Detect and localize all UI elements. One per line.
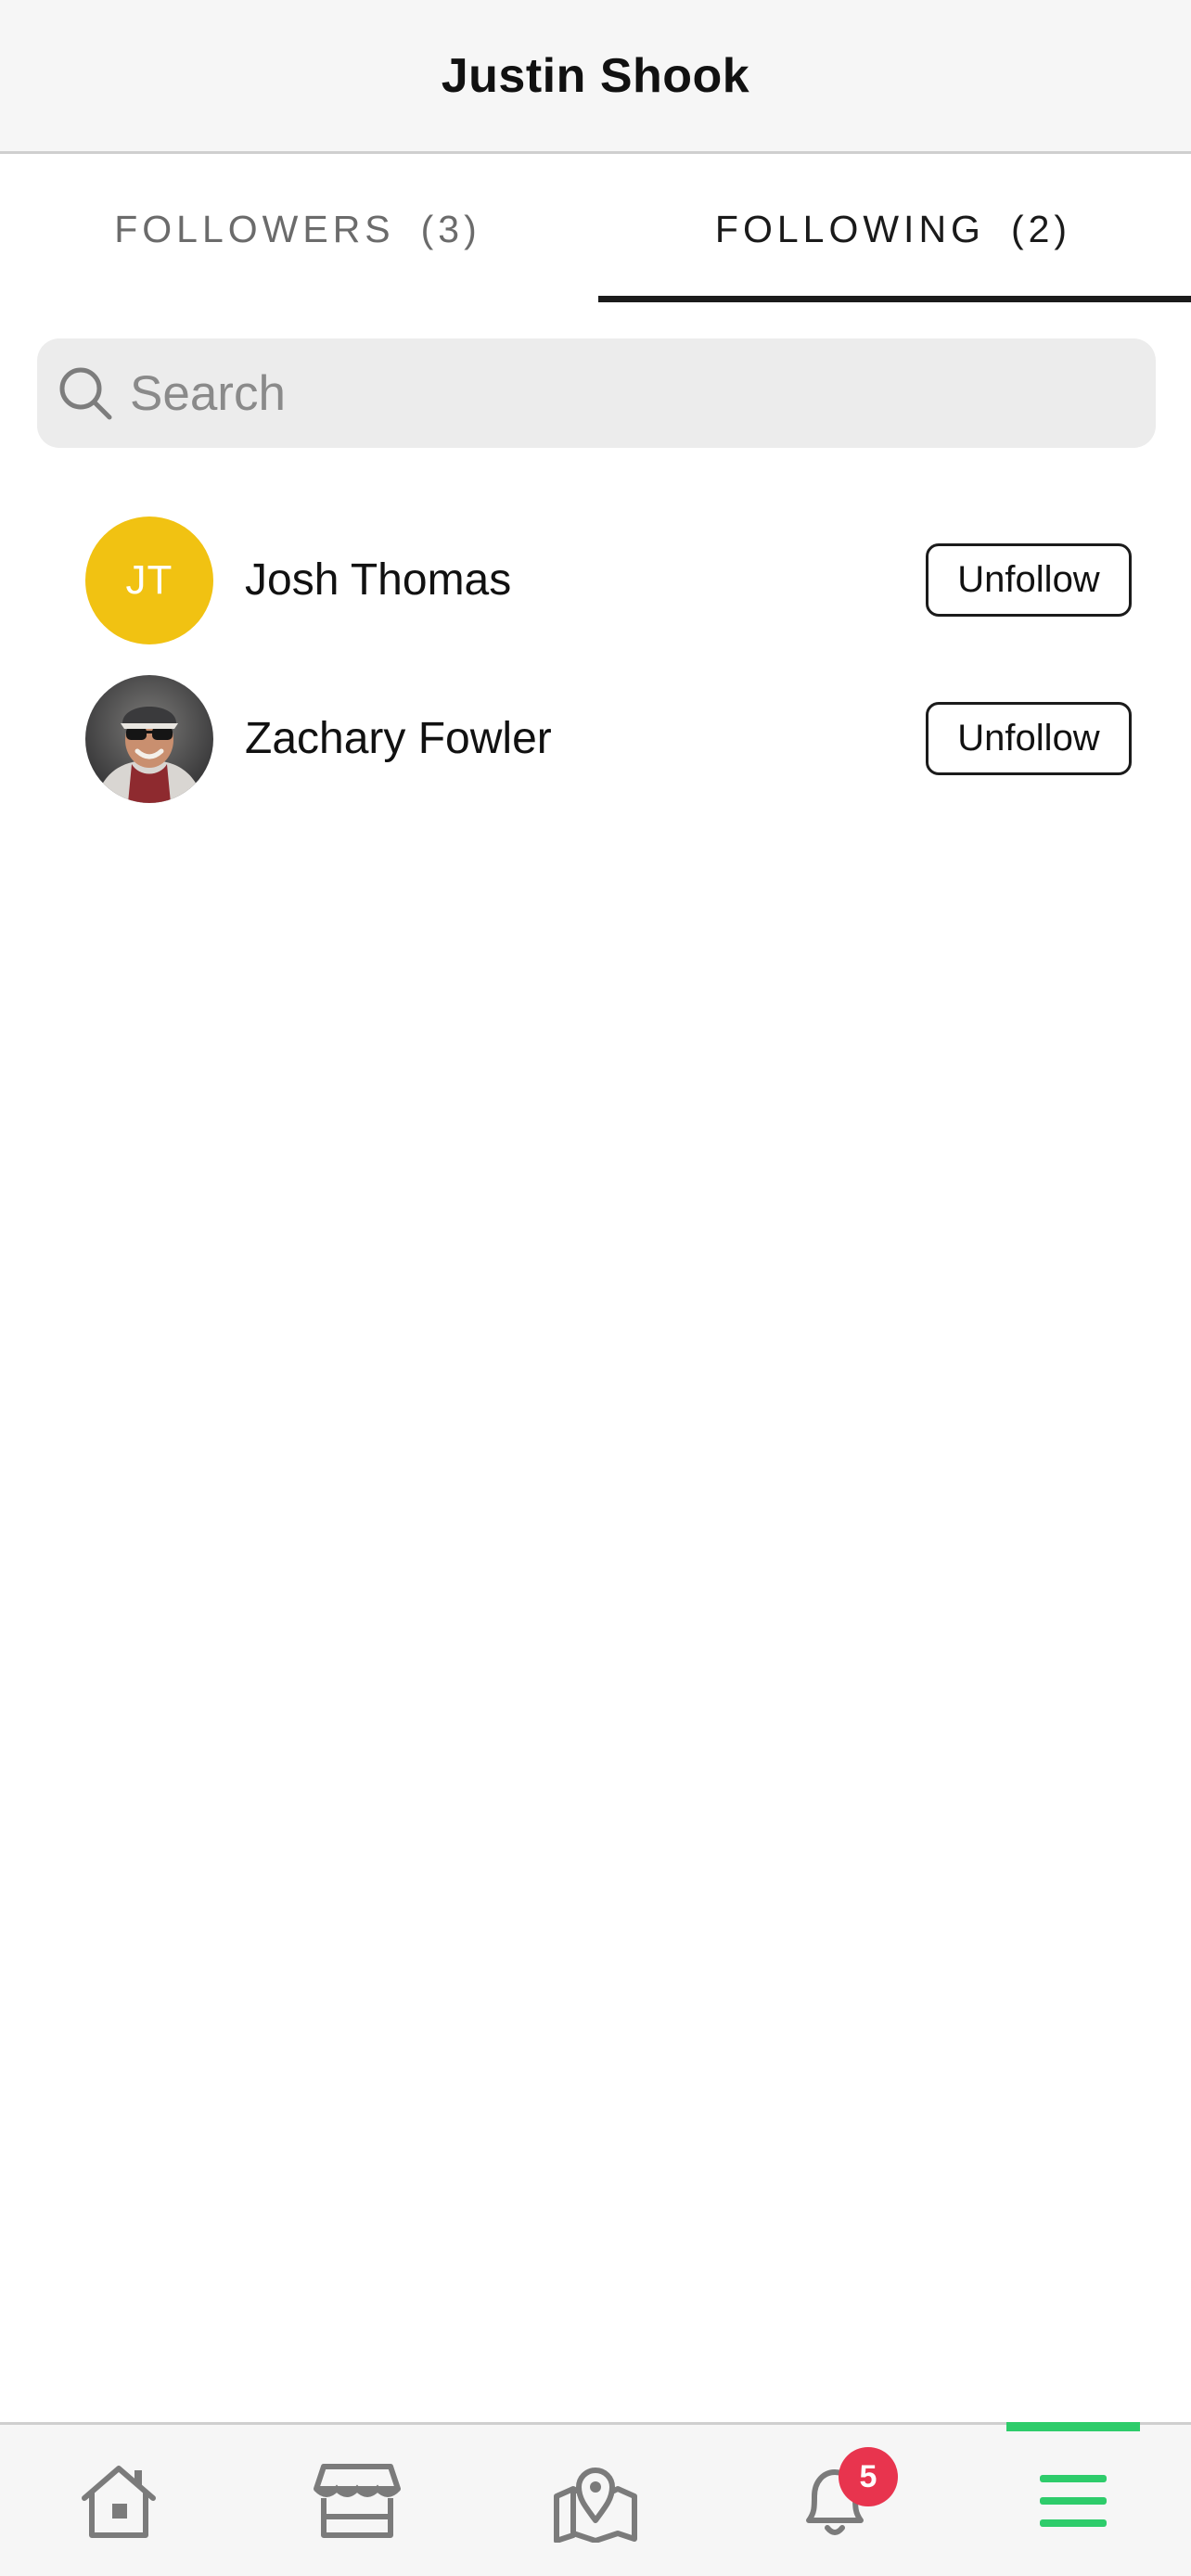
tab-followers-count: (3): [420, 207, 481, 250]
list-item[interactable]: JT Josh Thomas Unfollow: [0, 501, 1191, 659]
tab-following[interactable]: FOLLOWING (2): [596, 156, 1191, 302]
list-item[interactable]: Zachary Fowler Unfollow: [0, 659, 1191, 818]
tab-followers-label: FOLLOWERS: [114, 207, 395, 250]
avatar-initials: JT: [125, 556, 173, 603]
avatar[interactable]: [85, 674, 213, 803]
search-bar[interactable]: [37, 338, 1156, 448]
map-icon: [551, 2459, 640, 2543]
home-icon: [77, 2461, 160, 2541]
tab-notifications[interactable]: 5: [761, 2425, 909, 2576]
user-name[interactable]: Josh Thomas: [245, 555, 511, 606]
following-list: JT Josh Thomas Unfollow Zachary Fowler U…: [0, 501, 1191, 818]
notification-badge: 5: [839, 2447, 898, 2506]
search-input[interactable]: [128, 363, 1056, 423]
tab-menu[interactable]: [999, 2425, 1147, 2576]
store-icon: [313, 2461, 402, 2541]
unfollow-button[interactable]: Unfollow: [926, 543, 1132, 617]
page-title: Justin Shook: [441, 48, 750, 103]
tab-store[interactable]: [283, 2425, 431, 2576]
follow-tabs: FOLLOWERS (3) FOLLOWING (2): [0, 156, 1191, 302]
tab-followers[interactable]: FOLLOWERS (3): [0, 156, 596, 302]
tab-following-label: FOLLOWING: [714, 207, 985, 250]
search-icon: [56, 363, 115, 423]
profile-photo: [85, 674, 213, 803]
nav-header: Justin Shook: [0, 0, 1191, 154]
tab-map[interactable]: [521, 2425, 670, 2576]
tab-home[interactable]: [45, 2425, 193, 2576]
menu-icon: [1038, 2471, 1108, 2531]
avatar[interactable]: JT: [85, 516, 213, 644]
user-name[interactable]: Zachary Fowler: [245, 713, 552, 764]
tab-following-count: (2): [1010, 207, 1072, 250]
unfollow-button[interactable]: Unfollow: [926, 702, 1132, 775]
bottom-tab-bar: 5: [0, 2422, 1191, 2576]
